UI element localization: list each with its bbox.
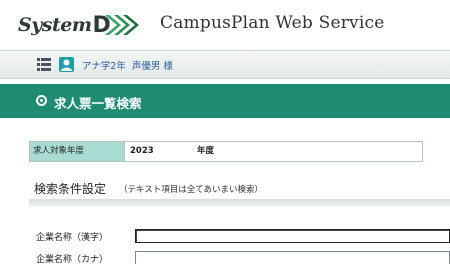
section-title: 求人票一覧検索 bbox=[54, 96, 142, 111]
search-conditions-note: （テキスト項目は全てあいまい検索） bbox=[119, 185, 263, 195]
company-name-kana-label: 企業名称（カナ） bbox=[36, 255, 109, 264]
section-header: 求人票一覧検索 bbox=[0, 84, 450, 118]
year-value: 2023 bbox=[130, 146, 154, 156]
user-bar: アナ学2年 声優男 様 bbox=[0, 50, 450, 79]
logo-text: System bbox=[18, 14, 92, 36]
user-fullname: 声優男 様 bbox=[131, 61, 173, 72]
systemd-logo: System D bbox=[18, 11, 143, 39]
year-unit: 年度 bbox=[197, 146, 215, 156]
app-header: System D CampusPlan Web Service bbox=[0, 0, 450, 50]
year-filter-row: 求人対象年度 2023 年度 bbox=[29, 141, 423, 162]
grid-list-icon[interactable] bbox=[37, 58, 51, 72]
company-name-kanji-input[interactable] bbox=[135, 229, 450, 243]
divider bbox=[29, 199, 450, 207]
user-icon[interactable] bbox=[59, 57, 74, 72]
company-name-kana-input[interactable] bbox=[135, 251, 450, 264]
radio-bullet-icon bbox=[36, 95, 47, 106]
user-name: アナ学2年 声優男 様 bbox=[82, 58, 179, 72]
search-conditions-title: 検索条件設定 bbox=[34, 182, 107, 196]
user-class: アナ学2年 bbox=[82, 61, 126, 72]
page: System D CampusPlan Web Service アナ学2年 声優… bbox=[0, 0, 450, 264]
year-label: 求人対象年度 bbox=[30, 142, 125, 161]
logo-chevrons-icon bbox=[103, 12, 143, 38]
company-name-kanji-label: 企業名称（漢字） bbox=[36, 233, 109, 243]
service-title: CampusPlan Web Service bbox=[160, 13, 385, 33]
